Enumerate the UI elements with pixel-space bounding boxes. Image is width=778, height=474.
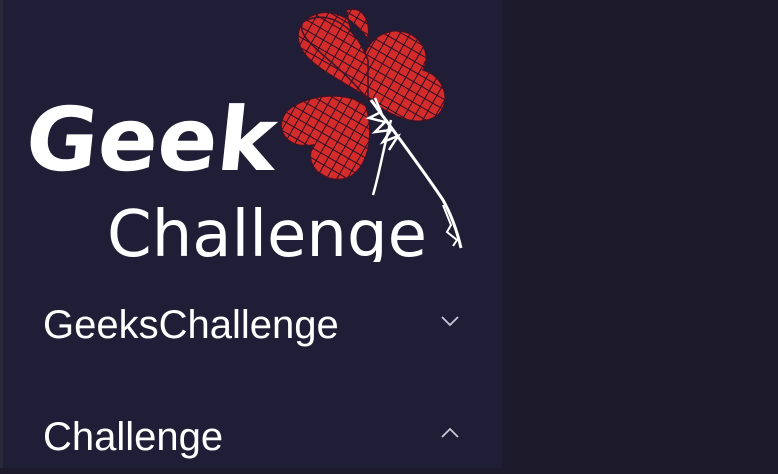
chevron-up-icon [441, 427, 459, 438]
logo-text-geek: Geek [21, 88, 284, 191]
main-content-area [502, 0, 778, 468]
menu-item-label: Challenge [43, 415, 224, 459]
geek-challenge-logo[interactable]: Geek Challenge [3, 0, 502, 262]
menu-item-geekschallenge[interactable]: GeeksChallenge [3, 282, 502, 362]
menu-item-label: GeeksChallenge [43, 303, 339, 347]
sidebar: Geek Challenge GeeksChallenge Challenge [3, 0, 502, 468]
menu-item-challenge[interactable]: Challenge [3, 394, 502, 474]
chevron-down-icon [441, 316, 459, 327]
logo-text-challenge: Challenge [107, 198, 427, 262]
